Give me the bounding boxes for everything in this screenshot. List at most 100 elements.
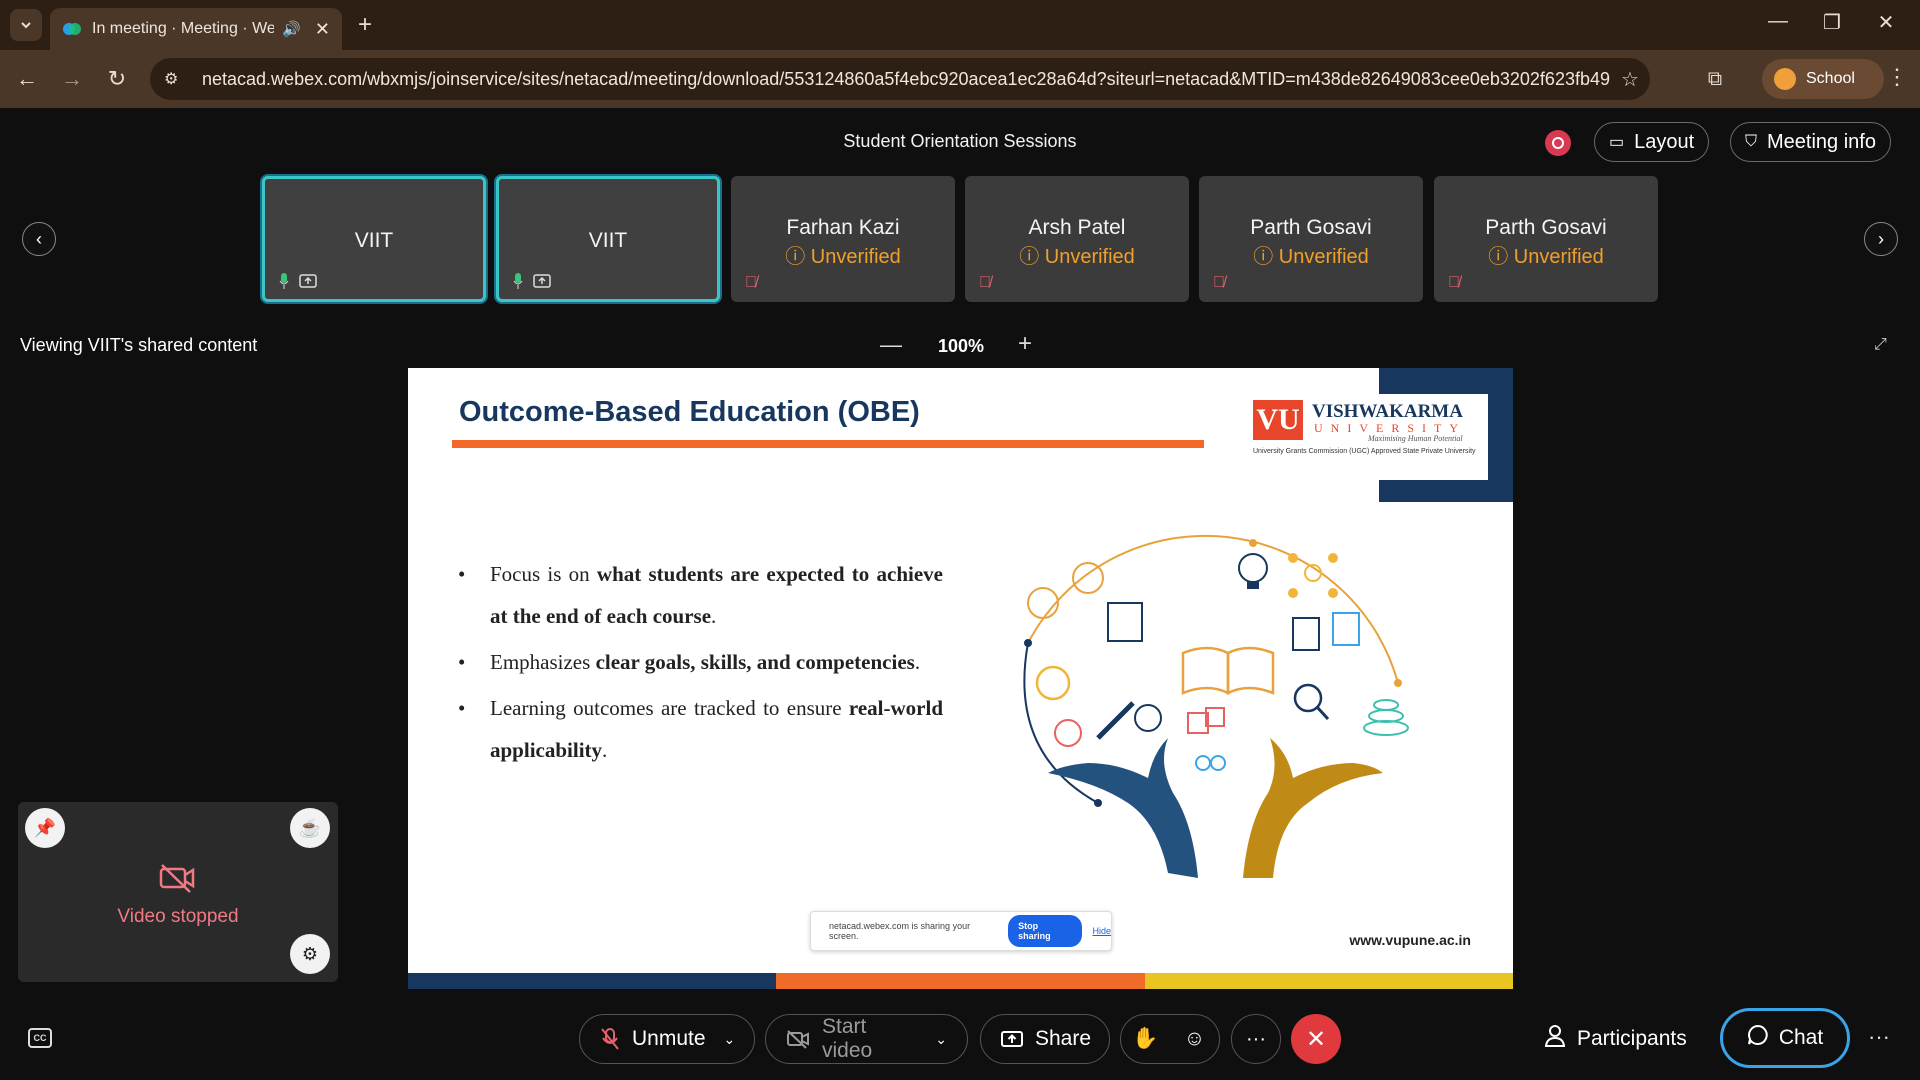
mic-muted-icon: 🎙̸ <box>1213 274 1225 291</box>
zoom-out-button[interactable]: — <box>880 332 902 358</box>
close-icon: ✕ <box>1305 1025 1327 1053</box>
mic-muted-icon: 🎙̸ <box>1448 274 1460 291</box>
raise-hand-icon[interactable]: ✋ <box>1121 1027 1170 1051</box>
minimize-window-button[interactable]: — <box>1758 10 1798 33</box>
back-button[interactable]: ← <box>10 62 44 96</box>
participants-button[interactable]: Participants <box>1544 1024 1687 1054</box>
reload-button[interactable]: ↻ <box>100 62 134 96</box>
close-window-button[interactable]: ✕ <box>1866 10 1906 35</box>
list-item: • Focus is on what students are expected … <box>458 562 943 628</box>
break-icon[interactable]: ☕ <box>290 808 330 848</box>
footer-stripe-navy <box>408 973 777 989</box>
audio-playing-icon[interactable]: 🔊 <box>282 20 301 38</box>
footer-stripe-orange <box>776 973 1145 989</box>
share-label: Share <box>1035 1027 1092 1050</box>
list-item: • Learning outcomes are tracked to ensure… <box>458 696 943 762</box>
chat-button[interactable]: Chat <box>1720 1008 1850 1068</box>
mic-muted-icon <box>600 1027 620 1051</box>
start-video-button[interactable]: Start video ⌄ <box>765 1014 968 1064</box>
logo-name: VISHWAKARMA <box>1312 401 1463 422</box>
restore-window-button[interactable]: ❐ <box>1812 10 1852 35</box>
chat-bubble-icon <box>1747 1024 1769 1052</box>
chevron-down-icon[interactable]: ⌄ <box>724 1031 736 1048</box>
participant-tile[interactable]: Arsh Patel ⓘ Unverified 🎙̸ <box>965 176 1189 302</box>
mic-muted-icon: 🎙̸ <box>745 274 757 291</box>
reactions-icon[interactable]: ☺ <box>1170 1027 1219 1051</box>
close-tab-icon[interactable]: ✕ <box>315 19 330 40</box>
address-bar[interactable]: ⚙ netacad.webex.com/wbxmjs/joinservice/s… <box>150 58 1650 100</box>
video-stopped-label: Video stopped <box>117 906 239 927</box>
more-panels-icon[interactable]: ··· <box>1868 1024 1890 1050</box>
mic-active-icon <box>279 273 289 289</box>
new-tab-button[interactable]: + <box>352 12 378 38</box>
zoom-level: 100% <box>938 336 985 356</box>
profile-button[interactable]: School <box>1762 59 1884 99</box>
url-text[interactable]: netacad.webex.com/wbxmjs/joinservice/sit… <box>194 69 1610 90</box>
tab-search-button[interactable] <box>10 9 42 41</box>
participant-status: ⓘ Unverified <box>1488 246 1604 268</box>
forward-button[interactable]: → <box>55 62 89 96</box>
participants-label: Participants <box>1577 1027 1687 1050</box>
footer-stripe-yellow <box>1144 973 1513 989</box>
unverified-label: Unverified <box>810 246 901 268</box>
profile-avatar <box>1774 68 1796 90</box>
university-logo: VU VISHWAKARMA UNIVERSITY Maximising Hum… <box>1250 394 1488 480</box>
logo-mark: VU <box>1253 400 1303 440</box>
bullet-list: • Focus is on what students are expected … <box>458 553 943 775</box>
title-underline <box>452 440 1204 448</box>
extensions-icon[interactable]: ⧉ <box>1700 64 1730 94</box>
leave-meeting-button[interactable]: ✕ <box>1291 1014 1341 1064</box>
unverified-label: Unverified <box>1044 246 1135 268</box>
participant-status: ⓘ Unverified <box>1253 246 1369 268</box>
meeting-info-button[interactable]: ⛉ Meeting info <box>1730 122 1891 162</box>
recording-indicator-icon[interactable] <box>1545 130 1571 156</box>
zoom-in-button[interactable]: + <box>1018 330 1032 358</box>
participant-name: Farhan Kazi <box>786 216 900 239</box>
slide-footer-stripe <box>408 973 1513 989</box>
screen-share-icon <box>533 274 551 288</box>
slide-website: www.vupune.ac.in <box>1349 932 1471 948</box>
chevron-down-icon[interactable]: ⌄ <box>935 1031 947 1048</box>
browser-tab[interactable]: In meeting · Meeting · Webex 🔊 ✕ <box>50 8 342 50</box>
participant-name: Parth Gosavi <box>1250 216 1372 239</box>
browser-menu-icon[interactable]: ⋮ <box>1884 64 1910 90</box>
settings-gear-icon[interactable]: ⚙ <box>290 934 330 974</box>
site-info-icon[interactable]: ⚙ <box>164 69 194 89</box>
unmute-label: Unmute <box>632 1027 706 1050</box>
pin-icon[interactable]: 📌 <box>25 808 65 848</box>
shared-slide: Outcome-Based Education (OBE) VU VISHWAK… <box>408 368 1513 989</box>
stop-sharing-button[interactable]: Stop sharing <box>1008 915 1083 947</box>
logo-ugc-note: University Grants Commission (UGC) Appro… <box>1253 448 1476 455</box>
browser-toolbar: ← → ↻ ⚙ netacad.webex.com/wbxmjs/joinser… <box>0 50 1920 108</box>
ellipsis-icon: ··· <box>1246 1027 1266 1050</box>
fullscreen-icon[interactable]: ⤢ <box>1874 336 1887 354</box>
browser-tab-bar: In meeting · Meeting · Webex 🔊 ✕ + — ❐ ✕ <box>0 0 1920 50</box>
layout-label: Layout <box>1634 130 1695 153</box>
bookmark-star-icon[interactable]: ☆ <box>1610 67 1650 92</box>
participant-tile[interactable]: Parth Gosavi ⓘ Unverified 🎙̸ <box>1199 176 1423 302</box>
participant-tile[interactable]: Parth Gosavi ⓘ Unverified 🎙̸ <box>1434 176 1658 302</box>
viewing-shared-content-label: Viewing VIIT's shared content <box>20 335 258 355</box>
webex-favicon-icon <box>63 23 81 35</box>
meeting-info-label: Meeting info <box>1767 130 1876 153</box>
participant-tile[interactable]: VIIT <box>262 176 486 302</box>
share-notice-text: netacad.webex.com is sharing your screen… <box>829 921 971 941</box>
layout-button[interactable]: ▭ Layout <box>1594 122 1710 162</box>
share-button[interactable]: Share <box>980 1014 1110 1064</box>
participant-tile[interactable]: Farhan Kazi ⓘ Unverified 🎙̸ <box>731 176 955 302</box>
participant-name: VIIT <box>354 229 394 252</box>
screen-share-icon <box>299 274 317 288</box>
chevron-left-icon: ‹ <box>36 228 42 249</box>
chevron-down-icon <box>21 22 31 29</box>
unverified-label: Unverified <box>1513 246 1604 268</box>
unmute-button[interactable]: Unmute ⌄ <box>579 1014 755 1064</box>
strip-next-button[interactable]: › <box>1864 222 1898 256</box>
logo-tagline: Maximising Human Potential <box>1368 434 1463 443</box>
reactions-group: ✋ ☺ <box>1120 1014 1220 1064</box>
closed-captions-button[interactable]: CC <box>28 1028 52 1048</box>
screen-share-notice: netacad.webex.com is sharing your screen… <box>810 911 1112 951</box>
participant-tile[interactable]: VIIT <box>496 176 720 302</box>
strip-prev-button[interactable]: ‹ <box>22 222 56 256</box>
more-options-button[interactable]: ··· <box>1231 1014 1281 1064</box>
hide-link[interactable]: Hide <box>1092 926 1111 936</box>
